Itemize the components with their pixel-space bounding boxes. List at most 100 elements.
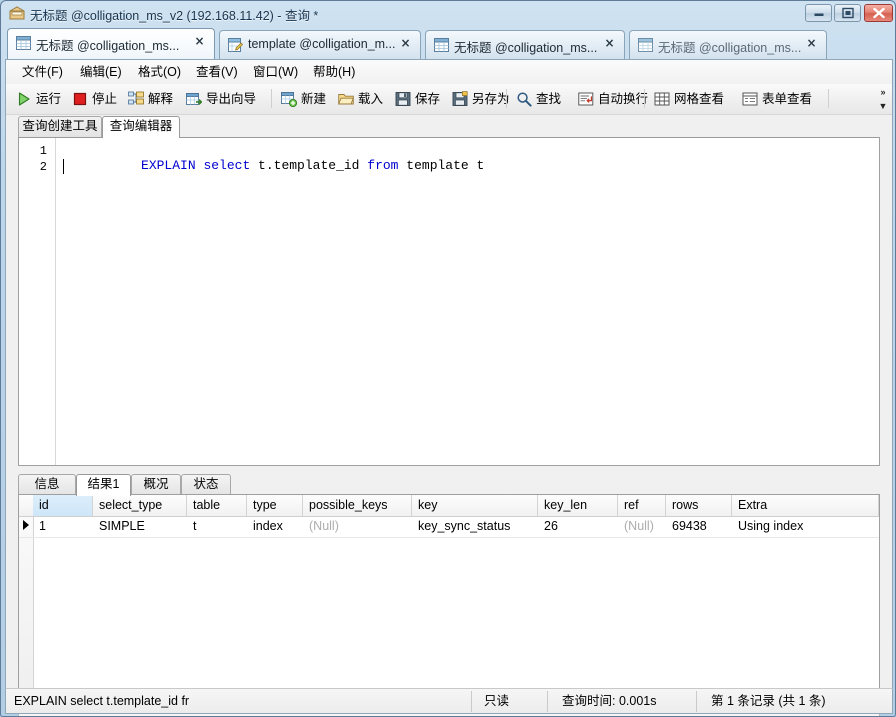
menu-view[interactable]: 查看(V) xyxy=(190,64,244,81)
cell-select-type[interactable]: SIMPLE xyxy=(93,516,187,537)
column-header-select-type[interactable]: select_type xyxy=(93,495,187,516)
word-wrap-icon xyxy=(578,91,594,107)
column-header-id[interactable]: id xyxy=(33,495,93,516)
status-bar: EXPLAIN select t.template_id fr 只读 查询时间:… xyxy=(5,688,893,714)
run-button[interactable]: 运行 xyxy=(16,88,66,110)
explain-button[interactable]: 解释 xyxy=(128,88,180,110)
explain-label: 解释 xyxy=(148,92,174,106)
find-label: 查找 xyxy=(536,92,562,106)
save-as-label: 另存为 xyxy=(472,92,510,106)
tab-status[interactable]: 状态 xyxy=(181,474,231,495)
cell-ref[interactable]: (Null) xyxy=(618,516,666,537)
grid-view-button[interactable]: 网格查看 xyxy=(654,88,732,110)
chevron-down-icon: ▼ xyxy=(878,101,888,111)
cell-id[interactable]: 1 xyxy=(33,516,93,537)
sql-keyword: from xyxy=(367,158,399,173)
cell-rows[interactable]: 69438 xyxy=(666,516,732,537)
cell-key-len[interactable]: 26 xyxy=(538,516,618,537)
maximize-button[interactable] xyxy=(834,4,861,22)
column-header-key-len[interactable]: key_len xyxy=(538,495,618,516)
new-label: 新建 xyxy=(301,92,327,106)
current-row-marker-icon xyxy=(23,520,29,530)
save-button[interactable]: 保存 xyxy=(395,88,447,110)
column-header-extra[interactable]: Extra xyxy=(732,495,879,516)
client-area: 文件(F) 编辑(E) 格式(O) 查看(V) 窗口(W) 帮助(H) 运行 停… xyxy=(5,59,893,716)
line-number-2: 2 xyxy=(39,160,47,174)
minimize-button[interactable] xyxy=(805,4,832,22)
title-bar[interactable]: 无标题 @colligation_ms_v2 (192.168.11.42) -… xyxy=(1,1,895,26)
document-tab-close-icon[interactable]: × xyxy=(399,37,412,50)
document-tab-4[interactable]: 无标题 @colligation_ms... × xyxy=(629,30,827,59)
toolbar: 运行 停止 解释 导出向导 新建 载入 保存 另存为 查找 自动换行 网格查看 … xyxy=(6,84,892,115)
status-separator-1 xyxy=(471,691,472,712)
close-button[interactable] xyxy=(864,4,893,22)
sql-keyword: EXPLAIN xyxy=(141,158,196,173)
table-row[interactable]: 1 SIMPLE t index (Null) key_sync_status … xyxy=(19,516,879,538)
menu-edit[interactable]: 编辑(E) xyxy=(74,64,128,81)
tab-query-builder[interactable]: 查询创建工具 xyxy=(18,116,102,137)
save-as-disk-icon xyxy=(452,91,468,107)
toolbar-overflow-button[interactable]: » ▼ xyxy=(876,85,890,113)
status-readonly: 只读 xyxy=(484,694,510,708)
grid-view-icon xyxy=(654,91,670,107)
toolbar-separator-1 xyxy=(271,89,272,108)
load-label: 载入 xyxy=(358,92,384,106)
cell-possible-keys[interactable]: (Null) xyxy=(303,516,412,537)
application-window: 无标题 @colligation_ms_v2 (192.168.11.42) -… xyxy=(0,0,896,717)
new-button[interactable]: 新建 xyxy=(281,88,333,110)
cell-type[interactable]: index xyxy=(247,516,303,537)
document-tab-3[interactable]: 无标题 @colligation_ms... × xyxy=(425,30,625,59)
menu-format[interactable]: 格式(O) xyxy=(132,64,187,81)
load-button[interactable]: 载入 xyxy=(338,88,390,110)
column-header-rows[interactable]: rows xyxy=(666,495,732,516)
document-tab-close-icon[interactable]: × xyxy=(805,37,818,50)
query-window-icon xyxy=(9,6,25,21)
menu-bar: 文件(F) 编辑(E) 格式(O) 查看(V) 窗口(W) 帮助(H) xyxy=(6,60,892,85)
toolbar-separator-4 xyxy=(828,89,829,108)
column-header-key[interactable]: key xyxy=(412,495,538,516)
edit-table-icon xyxy=(228,38,243,52)
explain-icon xyxy=(128,91,144,107)
cell-key[interactable]: key_sync_status xyxy=(412,516,538,537)
column-header-table[interactable]: table xyxy=(187,495,247,516)
sql-editor[interactable]: 1 2 EXPLAIN select t.template_id from te… xyxy=(18,137,880,466)
table-icon xyxy=(638,38,653,52)
tab-profile[interactable]: 概况 xyxy=(131,474,181,495)
menu-help[interactable]: 帮助(H) xyxy=(307,64,361,81)
form-view-label: 表单查看 xyxy=(762,92,813,106)
grid-header-row: id select_type table type possible_keys … xyxy=(19,495,879,517)
document-tab-2[interactable]: template @colligation_m... × xyxy=(219,30,421,59)
tab-result-1[interactable]: 结果1 xyxy=(76,474,131,496)
document-tab-label: 无标题 @colligation_ms... xyxy=(36,39,180,53)
tab-info[interactable]: 信息 xyxy=(18,474,76,495)
cell-extra[interactable]: Using index xyxy=(732,516,879,537)
editor-code-area[interactable]: EXPLAIN select t.template_id from templa… xyxy=(63,138,879,465)
sql-keyword: select xyxy=(203,158,251,173)
column-header-ref[interactable]: ref xyxy=(618,495,666,516)
document-tab-1[interactable]: 无标题 @colligation_ms... × xyxy=(7,28,215,59)
stop-button[interactable]: 停止 xyxy=(72,88,122,110)
sql-identifier: t.template_id xyxy=(250,158,368,173)
toolbar-separator-3 xyxy=(644,89,645,108)
text-caret xyxy=(63,159,64,174)
document-tab-close-icon[interactable]: × xyxy=(193,35,206,48)
column-header-type[interactable]: type xyxy=(247,495,303,516)
export-wizard-button[interactable]: 导出向导 xyxy=(186,88,264,110)
menu-file[interactable]: 文件(F) xyxy=(16,64,69,81)
table-icon xyxy=(16,36,31,50)
column-header-possible-keys[interactable]: possible_keys xyxy=(303,495,412,516)
document-tab-label: template @colligation_m... xyxy=(248,37,396,51)
form-view-icon xyxy=(742,91,758,107)
word-wrap-label: 自动换行 xyxy=(598,92,649,106)
form-view-button[interactable]: 表单查看 xyxy=(742,88,820,110)
cell-table[interactable]: t xyxy=(187,516,247,537)
menu-window[interactable]: 窗口(W) xyxy=(247,64,304,81)
tab-query-editor[interactable]: 查询编辑器 xyxy=(102,116,180,138)
status-query-time: 查询时间: 0.001s xyxy=(562,694,657,708)
sql-identifier: template t xyxy=(398,158,485,173)
find-button[interactable]: 查找 xyxy=(516,88,568,110)
result-grid[interactable]: id select_type table type possible_keys … xyxy=(18,494,880,697)
document-tab-close-icon[interactable]: × xyxy=(603,37,616,50)
save-disk-icon xyxy=(395,91,411,107)
line-number-1: 1 xyxy=(39,144,47,158)
